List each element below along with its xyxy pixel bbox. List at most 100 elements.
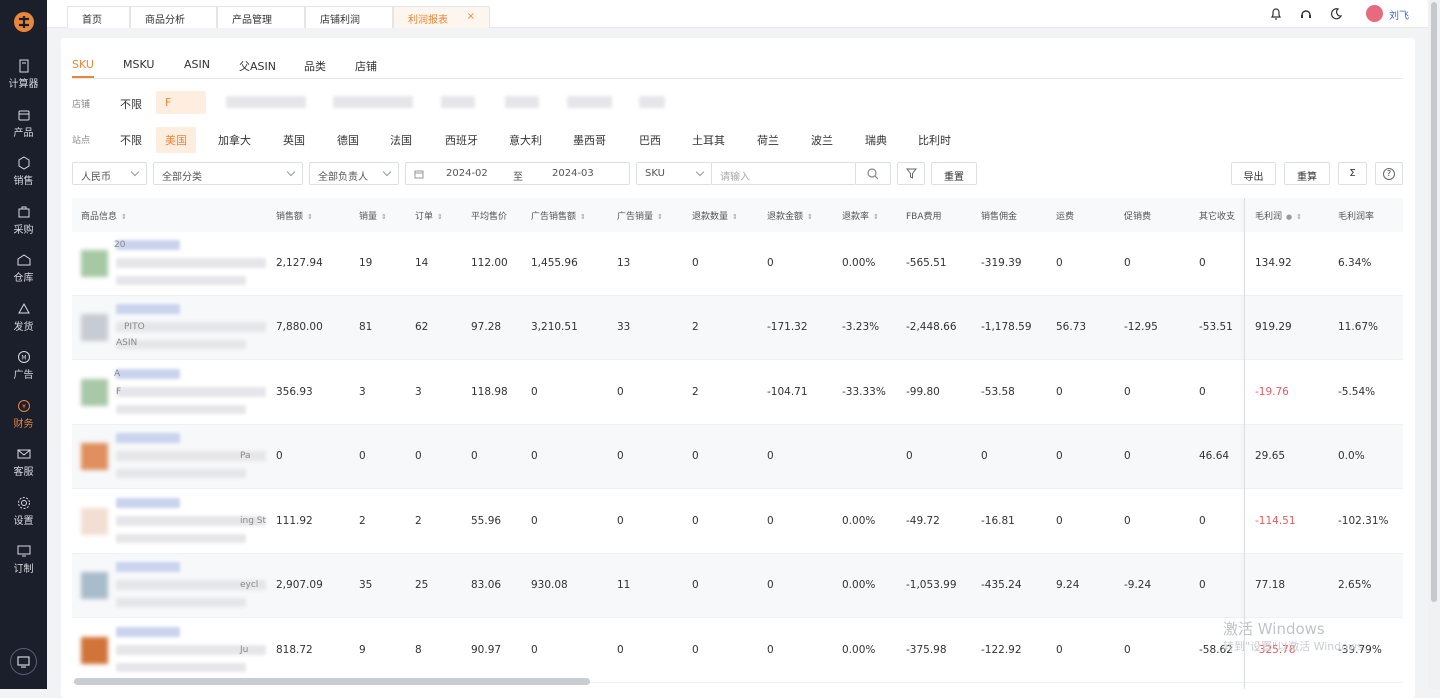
sidebar-item-mail[interactable]: 客服	[0, 443, 47, 487]
column-header[interactable]: 订单 ⇕	[415, 198, 443, 232]
store-option-blurred[interactable]	[639, 96, 665, 108]
table-row[interactable]: ing St 111.92 2 2 55.96 0 0 0 0 0.00% -49.72 -16.81…	[72, 490, 1403, 554]
column-header[interactable]: 商品信息 ⇕	[81, 198, 127, 232]
site-option[interactable]: 波兰	[802, 127, 842, 153]
sidebar-item-calculator[interactable]: 计算器	[0, 55, 47, 99]
sort-icon[interactable]: ⇕	[873, 213, 879, 221]
sort-icon[interactable]: ⇕	[307, 213, 313, 221]
tab-profit-report[interactable]: 利润报表 ×	[393, 6, 490, 28]
column-header[interactable]: 销售额 ⇕	[276, 198, 313, 232]
sort-icon[interactable]: ⇕	[732, 213, 738, 221]
product-thumbnail[interactable]	[81, 508, 108, 535]
export-button[interactable]: 导出	[1231, 162, 1276, 185]
table-row[interactable]: 20 2,127.94 19 14 112.00 1,455.96 13 0 0 0.00% -56…	[72, 232, 1403, 296]
tab-store-profit[interactable]: 店铺利润	[305, 6, 393, 28]
table-row[interactable]: PITO ASIN 7,880.00 81 62 97.28 3,210.51 33 2 -171…	[72, 296, 1403, 360]
vertical-scrollbar[interactable]	[1428, 0, 1440, 689]
owner-select[interactable]: 全部负责人	[309, 162, 399, 185]
column-header[interactable]: FBA费用	[906, 198, 942, 232]
sidebar-item-box[interactable]: 产品	[0, 104, 47, 148]
search-input[interactable]: 请输入	[711, 162, 856, 185]
sort-icon[interactable]: ⇕	[657, 213, 663, 221]
site-option[interactable]: 不限	[111, 127, 151, 153]
column-header[interactable]: 毛利润 ● ⇕	[1255, 198, 1302, 232]
column-header[interactable]: 退款率 ⇕	[842, 198, 879, 232]
sidebar-item-finance[interactable]: ¥ 财务	[0, 395, 47, 439]
column-header[interactable]: 退款金额 ⇕	[767, 198, 813, 232]
scrollbar-thumb[interactable]	[1431, 2, 1437, 602]
sidebar-item-sales[interactable]: 销售	[0, 152, 47, 196]
sort-icon[interactable]: ⇕	[580, 213, 586, 221]
tab-parent-asin[interactable]: 父ASIN	[239, 58, 276, 74]
sort-icon[interactable]: ⇕	[381, 213, 387, 221]
sort-icon[interactable]: ⇕	[437, 213, 443, 221]
table-row[interactable]: Pa 0 0 0 0 0 0 0 0 0 0 0 0 46.64 29.65 0.0%	[72, 425, 1403, 489]
column-header[interactable]: 广告销售额 ⇕	[531, 198, 586, 232]
user-name[interactable]: 刘飞	[1389, 7, 1409, 22]
bell-icon[interactable]	[1269, 7, 1283, 21]
store-option-selected[interactable]: F	[156, 91, 206, 114]
site-option[interactable]: 西班牙	[436, 127, 487, 153]
product-thumbnail[interactable]	[81, 379, 108, 406]
moon-icon[interactable]	[1329, 7, 1343, 21]
tab-sku[interactable]: SKU	[72, 58, 94, 71]
table-row[interactable]: Ju 818.72 9 8 90.97 0 0 0 0 0.00% -375.98 -122.92 0 0…	[72, 619, 1403, 683]
site-option[interactable]: 意大利	[500, 127, 551, 153]
search-button[interactable]	[855, 162, 891, 185]
sidebar-item-ad[interactable]: M 广告	[0, 346, 47, 390]
filter-button[interactable]	[897, 162, 925, 185]
product-thumbnail[interactable]	[81, 637, 108, 664]
site-option[interactable]: 英国	[274, 127, 314, 153]
headset-icon[interactable]	[1299, 7, 1313, 21]
column-header[interactable]: 其它收支	[1199, 198, 1236, 232]
help-button[interactable]: ?	[1375, 162, 1403, 185]
column-header[interactable]: 毛利润率	[1338, 198, 1375, 232]
horizontal-scrollbar[interactable]	[74, 678, 590, 685]
tab-home[interactable]: 首页	[67, 6, 130, 28]
category-select[interactable]: 全部分类	[153, 162, 303, 185]
tab-product-management[interactable]: 产品管理	[217, 6, 305, 28]
column-header[interactable]: 销量 ⇕	[359, 198, 387, 232]
monitor-icon[interactable]	[10, 648, 37, 675]
column-header[interactable]: 平均售价	[471, 198, 508, 232]
product-thumbnail[interactable]	[81, 443, 108, 470]
currency-select[interactable]: 人民币	[72, 162, 147, 185]
tab-product-analysis[interactable]: 商品分析	[130, 6, 217, 28]
logo-icon[interactable]	[13, 11, 35, 33]
site-option[interactable]: 加拿大	[209, 127, 260, 153]
tab-category[interactable]: 品类	[304, 58, 326, 74]
table-row[interactable]: eycl 2,907.09 35 25 83.06 930.08 11 0 0 0.00% -1,0…	[72, 554, 1403, 618]
reset-button[interactable]: 重置	[931, 162, 977, 185]
sort-icon[interactable]: ⇕	[807, 213, 813, 221]
column-header[interactable]: 运费	[1056, 198, 1075, 232]
column-header[interactable]: 广告销量 ⇕	[617, 198, 663, 232]
site-option[interactable]: 墨西哥	[564, 127, 615, 153]
date-range-picker[interactable]: 2024-02 至 2024-03	[405, 162, 630, 185]
sidebar-item-ship[interactable]: 发货	[0, 298, 47, 342]
site-option[interactable]: 德国	[328, 127, 368, 153]
product-thumbnail[interactable]	[81, 250, 108, 277]
sort-icon[interactable]: ⇕	[121, 213, 127, 221]
store-option-blurred[interactable]	[505, 96, 539, 108]
sidebar-item-warehouse[interactable]: 仓库	[0, 249, 47, 293]
site-option[interactable]: 瑞典	[856, 127, 896, 153]
site-option[interactable]: 法国	[381, 127, 421, 153]
sidebar-item-monitor[interactable]: 订制	[0, 540, 47, 584]
product-thumbnail[interactable]	[81, 314, 108, 341]
site-option[interactable]: 土耳其	[683, 127, 734, 153]
close-icon[interactable]: ×	[467, 11, 475, 22]
store-option-blurred[interactable]	[567, 96, 612, 108]
store-option-blurred[interactable]	[333, 96, 413, 108]
store-option-blurred[interactable]	[226, 96, 306, 108]
recalculate-button[interactable]: 重算	[1284, 162, 1330, 185]
tab-asin[interactable]: ASIN	[184, 58, 210, 71]
sidebar-item-purchase[interactable]: 采购	[0, 201, 47, 245]
site-option[interactable]: 美国	[156, 127, 196, 153]
column-header[interactable]: 销售佣金	[981, 198, 1018, 232]
column-header[interactable]: 退款数量 ⇕	[692, 198, 738, 232]
site-option[interactable]: 比利时	[909, 127, 960, 153]
search-type-select[interactable]: SKU	[636, 162, 712, 185]
sort-icon[interactable]: ⇕	[1296, 213, 1302, 221]
tab-msku[interactable]: MSKU	[123, 58, 154, 71]
avatar[interactable]	[1366, 5, 1383, 22]
